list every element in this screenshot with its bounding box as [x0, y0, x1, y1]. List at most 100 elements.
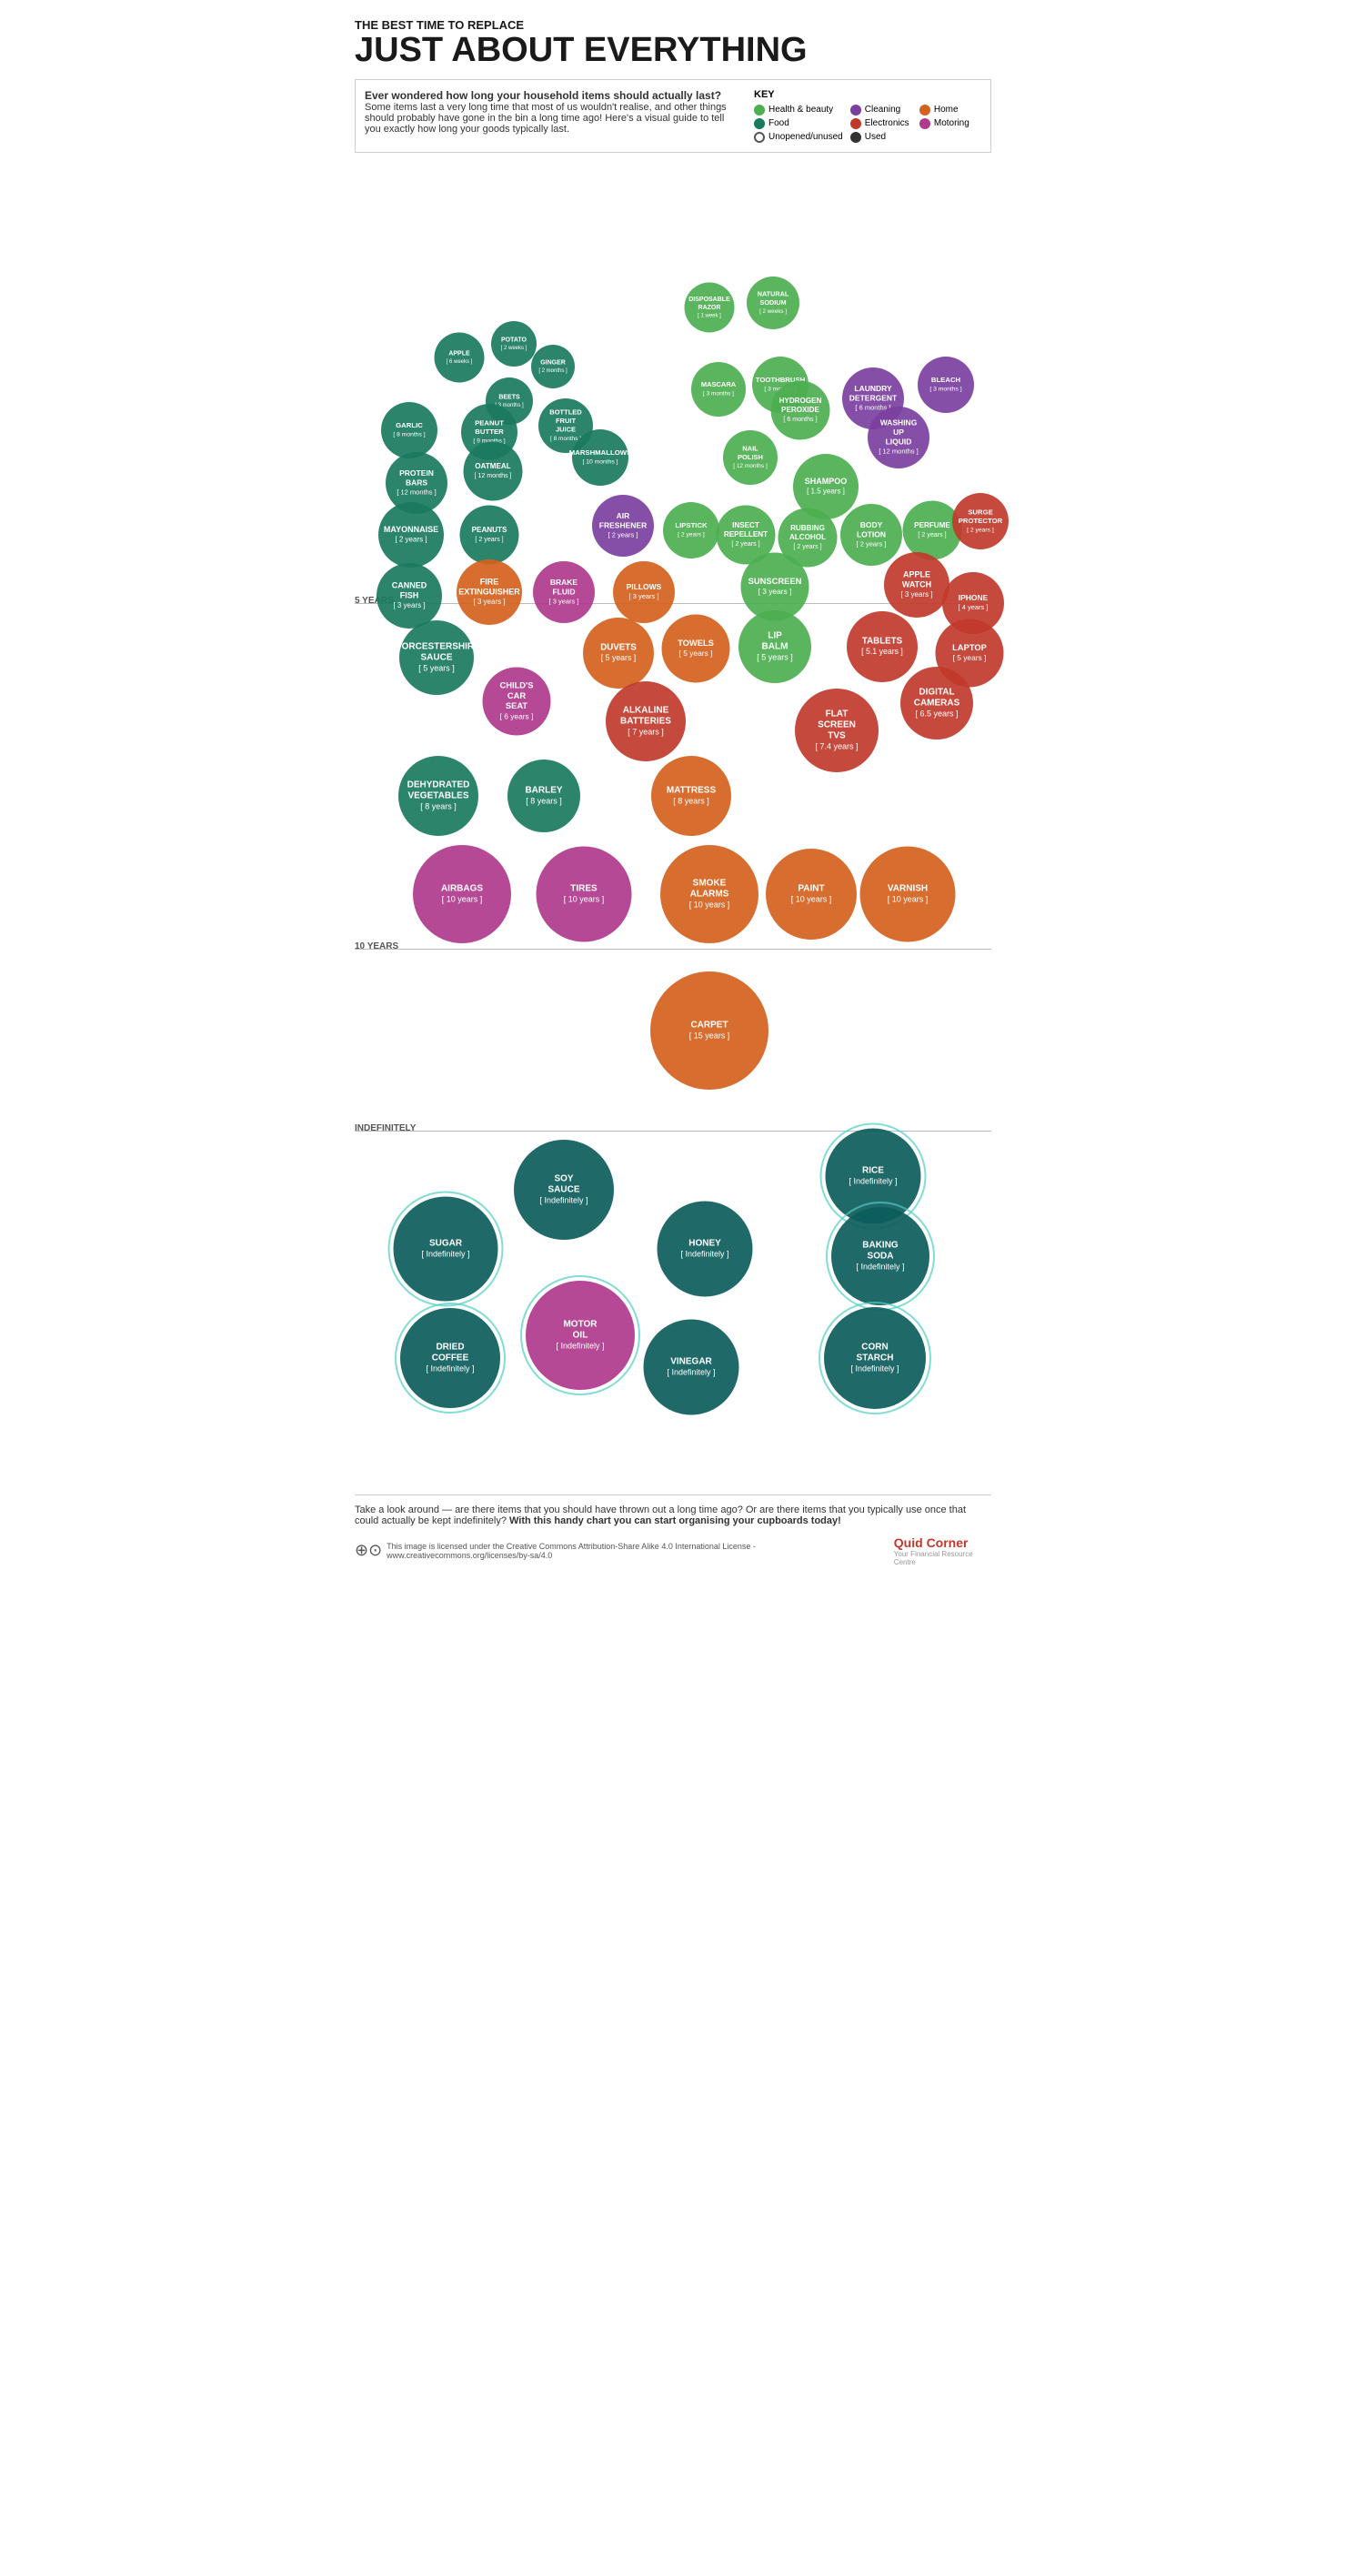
svg-text:CORN: CORN [861, 1342, 888, 1352]
key-unopened: Unopened/unused [754, 132, 843, 143]
svg-text:[ 2 years ]: [ 2 years ] [918, 531, 946, 538]
key-home: Home [919, 105, 981, 116]
svg-text:[ 2 years ]: [ 2 years ] [608, 530, 638, 538]
svg-text:[ 2 years ]: [ 2 years ] [793, 543, 821, 550]
svg-text:TVS: TVS [828, 730, 846, 740]
svg-text:ALKALINE: ALKALINE [623, 705, 669, 715]
svg-text:[ 3 months ]: [ 3 months ] [929, 386, 961, 392]
svg-text:SAUCE: SAUCE [420, 652, 452, 662]
svg-text:PROTEIN: PROTEIN [399, 468, 434, 478]
intro-section: Ever wondered how long your household it… [355, 79, 991, 153]
svg-text:INSECT: INSECT [732, 521, 759, 529]
svg-text:VINEGAR: VINEGAR [670, 1356, 712, 1366]
svg-text:[ 2 months ]: [ 2 months ] [538, 368, 568, 374]
svg-text:[ 3 years ]: [ 3 years ] [629, 592, 659, 600]
svg-text:BOTTLED: BOTTLED [549, 408, 582, 417]
svg-text:[ 5 years ]: [ 5 years ] [601, 653, 636, 662]
main-title: JUST ABOUT EVERYTHING [355, 32, 991, 70]
svg-text:[ 5 years ]: [ 5 years ] [953, 653, 987, 662]
svg-text:TOWELS: TOWELS [678, 639, 714, 648]
svg-text:[ 2 years ]: [ 2 years ] [475, 536, 503, 543]
svg-text:DRIED: DRIED [436, 1342, 464, 1352]
svg-text:[ 6 years ]: [ 6 years ] [500, 711, 534, 720]
svg-text:[ 10 years ]: [ 10 years ] [791, 894, 832, 903]
svg-text:[ 8 years ]: [ 8 years ] [673, 796, 709, 805]
svg-text:SOY: SOY [554, 1173, 573, 1183]
svg-text:APPLE: APPLE [448, 350, 470, 357]
svg-text:PROTECTOR: PROTECTOR [959, 517, 1003, 525]
svg-text:[ Indefinitely ]: [ Indefinitely ] [556, 1341, 604, 1350]
svg-text:REPELLENT: REPELLENT [724, 530, 768, 538]
svg-text:SUNSCREEN: SUNSCREEN [748, 577, 802, 586]
chart-area: 5 YEARS 10 YEARS INDEFINITELY DISPOSABLE… [355, 166, 991, 1485]
svg-text:PAINT: PAINT [798, 883, 824, 893]
svg-text:[ 2 years ]: [ 2 years ] [678, 531, 705, 538]
svg-text:[ 6.5 years ]: [ 6.5 years ] [915, 709, 958, 718]
svg-text:[ Indefinitely ]: [ Indefinitely ] [849, 1176, 897, 1185]
footer-text: Take a look around — are there items tha… [355, 1494, 991, 1526]
cc-badge: ⊕⊙ This image is licensed under the Crea… [355, 1541, 894, 1560]
svg-text:GARLIC: GARLIC [396, 421, 423, 429]
brand: Quid Corner Your Financial Resource Cent… [894, 1535, 991, 1566]
key-cleaning: Cleaning [850, 105, 912, 116]
svg-text:IPHONE: IPHONE [959, 593, 989, 602]
footer-bottom: ⊕⊙ This image is licensed under the Crea… [355, 1535, 991, 1566]
svg-text:GINGER: GINGER [540, 359, 566, 366]
subtitle: THE BEST TIME TO REPLACE [355, 18, 991, 32]
svg-text:SHAMPOO: SHAMPOO [805, 477, 848, 486]
svg-text:UP: UP [893, 428, 904, 437]
svg-text:LOTION: LOTION [857, 529, 886, 538]
header: THE BEST TIME TO REPLACE JUST ABOUT EVER… [355, 18, 991, 70]
svg-text:BAKING: BAKING [862, 1240, 899, 1250]
intro-text: Ever wondered how long your household it… [365, 89, 736, 143]
svg-text:MARSHMALLOWS: MARSHMALLOWS [569, 448, 631, 457]
svg-text:[ 10 years ]: [ 10 years ] [689, 900, 730, 909]
svg-text:FRESHENER: FRESHENER [599, 520, 647, 529]
svg-text:[ Indefinitely ]: [ Indefinitely ] [850, 1363, 899, 1373]
svg-text:[ 2 years ]: [ 2 years ] [857, 539, 887, 548]
svg-text:[ 8 years ]: [ 8 years ] [526, 796, 562, 805]
key-motoring: Motoring [919, 118, 981, 129]
svg-text:FIRE: FIRE [480, 577, 499, 586]
svg-text:SMOKE: SMOKE [693, 878, 727, 888]
svg-text:BRAKE: BRAKE [550, 578, 578, 587]
svg-text:NAIL: NAIL [742, 444, 758, 452]
svg-text:DETERGENT: DETERGENT [849, 393, 898, 402]
svg-text:LIPSTICK: LIPSTICK [675, 521, 708, 529]
svg-text:[ 2 weeks ]: [ 2 weeks ] [759, 308, 787, 315]
svg-text:MOTOR: MOTOR [563, 1319, 598, 1329]
svg-text:[ 12 months ]: [ 12 months ] [474, 472, 511, 479]
svg-text:[ Indefinitely ]: [ Indefinitely ] [421, 1249, 469, 1258]
svg-text:MASCARA: MASCARA [701, 380, 737, 388]
svg-text:[ 5.1 years ]: [ 5.1 years ] [861, 647, 903, 656]
svg-text:[ 8 years ]: [ 8 years ] [420, 801, 457, 810]
svg-text:[ 8 months ]: [ 8 months ] [393, 431, 425, 438]
svg-text:LAPTOP: LAPTOP [952, 643, 987, 652]
svg-text:[ 7 years ]: [ 7 years ] [628, 727, 664, 736]
svg-text:SURGE: SURGE [968, 508, 993, 516]
svg-text:PILLOWS: PILLOWS [627, 582, 662, 591]
svg-text:[ 12 months ]: [ 12 months ] [397, 488, 436, 496]
svg-text:STARCH: STARCH [857, 1353, 894, 1363]
svg-text:[ 3 months ]: [ 3 months ] [703, 390, 734, 397]
svg-text:BARS: BARS [406, 478, 427, 487]
svg-text:BUTTER: BUTTER [475, 428, 504, 436]
svg-text:CARPET: CARPET [690, 1020, 728, 1030]
page: THE BEST TIME TO REPLACE JUST ABOUT EVER… [336, 0, 1010, 1585]
svg-text:[ 4 years ]: [ 4 years ] [959, 603, 989, 611]
svg-text:[ Indefinitely ]: [ Indefinitely ] [539, 1195, 588, 1204]
svg-text:VEGETABLES: VEGETABLES [407, 790, 468, 800]
svg-text:LAUNDRY: LAUNDRY [854, 384, 892, 393]
svg-text:BLEACH: BLEACH [931, 376, 961, 384]
svg-text:MATTRESS: MATTRESS [667, 785, 717, 795]
svg-text:DISPOSABLE: DISPOSABLE [688, 297, 730, 303]
svg-text:TIRES: TIRES [570, 883, 598, 893]
svg-text:[ 5 years ]: [ 5 years ] [757, 652, 793, 661]
svg-text:FLAT: FLAT [826, 709, 849, 719]
svg-text:OATMEAL: OATMEAL [475, 462, 511, 470]
svg-text:POTATO: POTATO [501, 337, 527, 343]
svg-text:FISH: FISH [400, 590, 419, 599]
svg-text:[ 5 years ]: [ 5 years ] [679, 649, 713, 658]
svg-text:[ 3 years ]: [ 3 years ] [473, 598, 505, 606]
svg-text:[ 12 months ]: [ 12 months ] [733, 463, 768, 469]
